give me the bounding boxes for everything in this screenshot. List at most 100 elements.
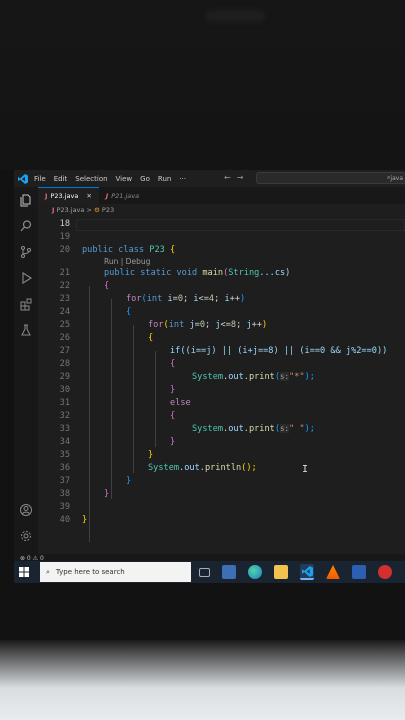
indent-guide bbox=[133, 325, 134, 473]
line-number: 32 bbox=[59, 411, 70, 421]
line-number: 28 bbox=[59, 359, 70, 369]
line-number: 21 bbox=[59, 268, 70, 278]
source-control-icon[interactable] bbox=[19, 245, 33, 259]
testing-flask-icon[interactable] bbox=[19, 323, 33, 337]
line-number: 30 bbox=[59, 385, 70, 395]
code-line-38: } bbox=[104, 489, 110, 499]
menu-edit[interactable]: Edit bbox=[54, 175, 68, 183]
editor-tabs: J P23.java ✕ J P21.java bbox=[38, 187, 405, 204]
codelens-run-debug[interactable]: Run | Debug bbox=[104, 257, 150, 266]
tab-p23[interactable]: J P23.java ✕ bbox=[38, 187, 99, 204]
token: { bbox=[170, 245, 176, 255]
blurred-text bbox=[205, 10, 265, 22]
activity-bar bbox=[14, 187, 38, 555]
breadcrumb-file[interactable]: P23.java bbox=[57, 206, 85, 214]
code-line-20: public class P23 { bbox=[82, 245, 175, 255]
menu-view[interactable]: View bbox=[116, 175, 133, 183]
extensions-icon[interactable] bbox=[19, 297, 33, 311]
video-top-blur bbox=[0, 0, 405, 170]
class-symbol-icon: ⚙ bbox=[94, 206, 100, 214]
recorder-app-icon[interactable] bbox=[378, 565, 392, 579]
line-number: 35 bbox=[59, 450, 70, 460]
indent-guide bbox=[89, 286, 90, 542]
windows-taskbar: ⌕ Type here to search bbox=[14, 561, 405, 583]
breadcrumb: J P23.java > ⚙ P23 bbox=[52, 206, 114, 214]
taskbar-search-box[interactable]: ⌕ Type here to search bbox=[40, 562, 191, 582]
video-bottom-blur bbox=[0, 640, 405, 720]
code-line-32: { bbox=[170, 411, 176, 421]
tab-label: P23.java bbox=[50, 192, 79, 200]
code-line-29: System.out.print(s:"*"); bbox=[192, 372, 315, 382]
settings-gear-icon[interactable] bbox=[19, 529, 33, 543]
word-icon[interactable] bbox=[352, 565, 366, 579]
file-explorer-icon[interactable] bbox=[274, 565, 288, 579]
tab-p21[interactable]: J P21.java bbox=[99, 187, 146, 204]
current-line-highlight bbox=[76, 219, 405, 231]
code-line-23: for(int i=0; i<=4; i++) bbox=[126, 294, 246, 304]
code-line-40: } bbox=[82, 515, 88, 525]
line-number: 31 bbox=[59, 398, 70, 408]
code-line-36: System.out.println(); bbox=[148, 463, 257, 473]
menu-more[interactable]: ··· bbox=[179, 175, 186, 183]
menu-run[interactable]: Run bbox=[158, 175, 171, 183]
code-editor[interactable]: 18 19 20 21 22 23 24 25 26 27 28 29 30 3… bbox=[38, 216, 405, 554]
java-file-icon: J bbox=[45, 192, 48, 200]
code-line-22: { bbox=[104, 281, 110, 291]
code-line-34: } bbox=[170, 437, 176, 447]
command-center-search[interactable]: ⌕ java bbox=[256, 172, 405, 184]
menu-selection[interactable]: Selection bbox=[75, 175, 107, 183]
mouse-text-cursor-icon: I bbox=[302, 464, 309, 475]
token: P23 bbox=[149, 245, 165, 255]
line-number: 23 bbox=[59, 294, 70, 304]
breadcrumb-separator: > bbox=[86, 206, 92, 214]
code-line-35: } bbox=[148, 450, 154, 460]
code-line-37: } bbox=[126, 476, 132, 486]
line-number: 36 bbox=[59, 463, 70, 473]
code-line-25: for(int j=0; j<=8; j++) bbox=[148, 320, 268, 330]
code-line-21: public static void main(String...cs) bbox=[104, 268, 291, 278]
line-number: 40 bbox=[59, 515, 70, 525]
search-icon: ⌕ bbox=[46, 567, 50, 576]
line-number: 22 bbox=[59, 281, 70, 291]
code-line-28: { bbox=[170, 359, 176, 369]
close-icon[interactable]: ✕ bbox=[86, 192, 91, 200]
edge-browser-icon[interactable] bbox=[248, 565, 262, 579]
code-line-26: { bbox=[148, 333, 154, 343]
vscode-taskbar-icon[interactable] bbox=[300, 564, 314, 580]
token: class bbox=[118, 245, 145, 255]
run-debug-icon[interactable] bbox=[19, 271, 33, 285]
account-icon[interactable] bbox=[19, 503, 33, 517]
forward-arrow-icon[interactable]: → bbox=[237, 173, 250, 182]
line-number: 39 bbox=[59, 502, 70, 512]
line-number: 29 bbox=[59, 372, 70, 382]
line-number: 24 bbox=[59, 307, 70, 317]
nav-arrows: ←→ bbox=[224, 173, 249, 182]
line-number: 20 bbox=[59, 245, 70, 255]
code-line-27: if((i==j) || (i+j==8) || (i==0 && j%2==0… bbox=[170, 346, 388, 356]
search-icon[interactable] bbox=[19, 219, 33, 233]
calendar-app-icon[interactable] bbox=[222, 565, 236, 579]
code-line-30: } bbox=[170, 385, 176, 395]
line-number: 18 bbox=[59, 219, 70, 229]
code-line-24: { bbox=[126, 307, 132, 317]
back-arrow-icon[interactable]: ← bbox=[224, 173, 237, 182]
taskbar-search-placeholder: Type here to search bbox=[55, 568, 125, 576]
java-file-icon: J bbox=[105, 191, 109, 200]
line-number: 34 bbox=[59, 437, 70, 447]
indent-guide bbox=[111, 299, 112, 499]
title-bar: File Edit Selection View Go Run ··· ←→ ⌕… bbox=[14, 170, 405, 187]
menu-file[interactable]: File bbox=[34, 175, 46, 183]
line-number: 26 bbox=[59, 333, 70, 343]
line-number: 27 bbox=[59, 346, 70, 356]
windows-start-icon[interactable] bbox=[14, 561, 34, 583]
explorer-icon[interactable] bbox=[19, 193, 33, 207]
menu-go[interactable]: Go bbox=[140, 175, 150, 183]
code-line-33: System.out.print(s:" "); bbox=[192, 424, 315, 434]
vlc-icon[interactable] bbox=[326, 565, 340, 579]
breadcrumb-symbol[interactable]: P23 bbox=[102, 206, 114, 214]
code-line-31: else bbox=[170, 398, 191, 408]
line-number: 37 bbox=[59, 476, 70, 486]
task-view-icon[interactable] bbox=[199, 567, 210, 577]
vscode-window: File Edit Selection View Go Run ··· ←→ ⌕… bbox=[14, 170, 405, 563]
line-number: 38 bbox=[59, 489, 70, 499]
